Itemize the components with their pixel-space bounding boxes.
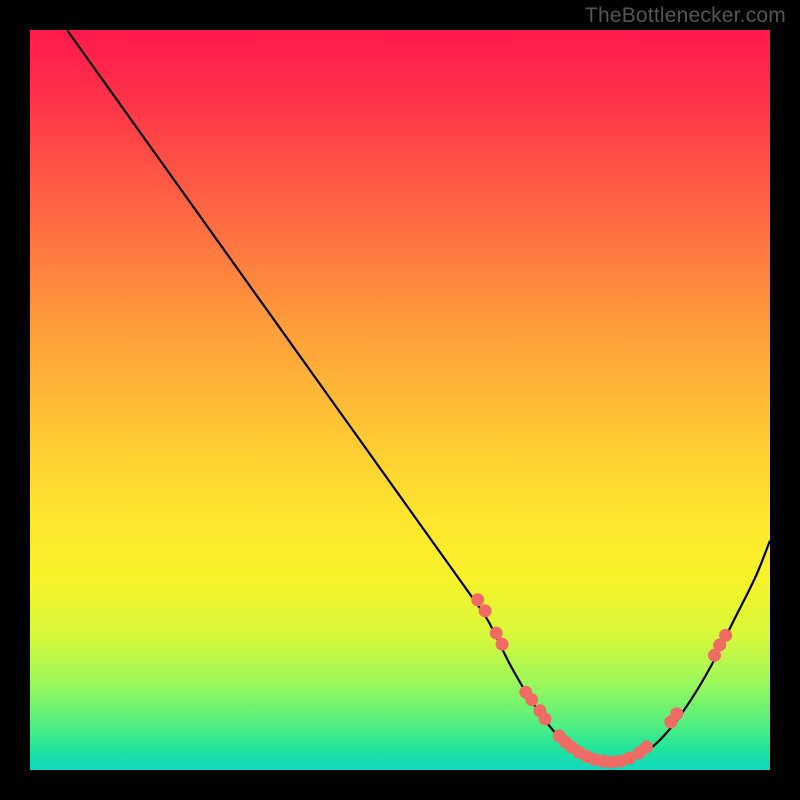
data-marker [719, 629, 732, 642]
data-marker [471, 593, 484, 606]
bottleneck-curve [67, 30, 770, 762]
data-marker [479, 604, 492, 617]
data-marker [525, 693, 538, 706]
data-marker [670, 707, 683, 720]
data-marker [640, 741, 653, 754]
data-marker [496, 638, 509, 651]
chart-svg [30, 30, 770, 770]
plot-area [30, 30, 770, 770]
data-marker [539, 712, 552, 725]
marker-group [471, 593, 732, 768]
watermark-text: TheBottlenecker.com [585, 4, 786, 28]
data-marker [490, 627, 503, 640]
